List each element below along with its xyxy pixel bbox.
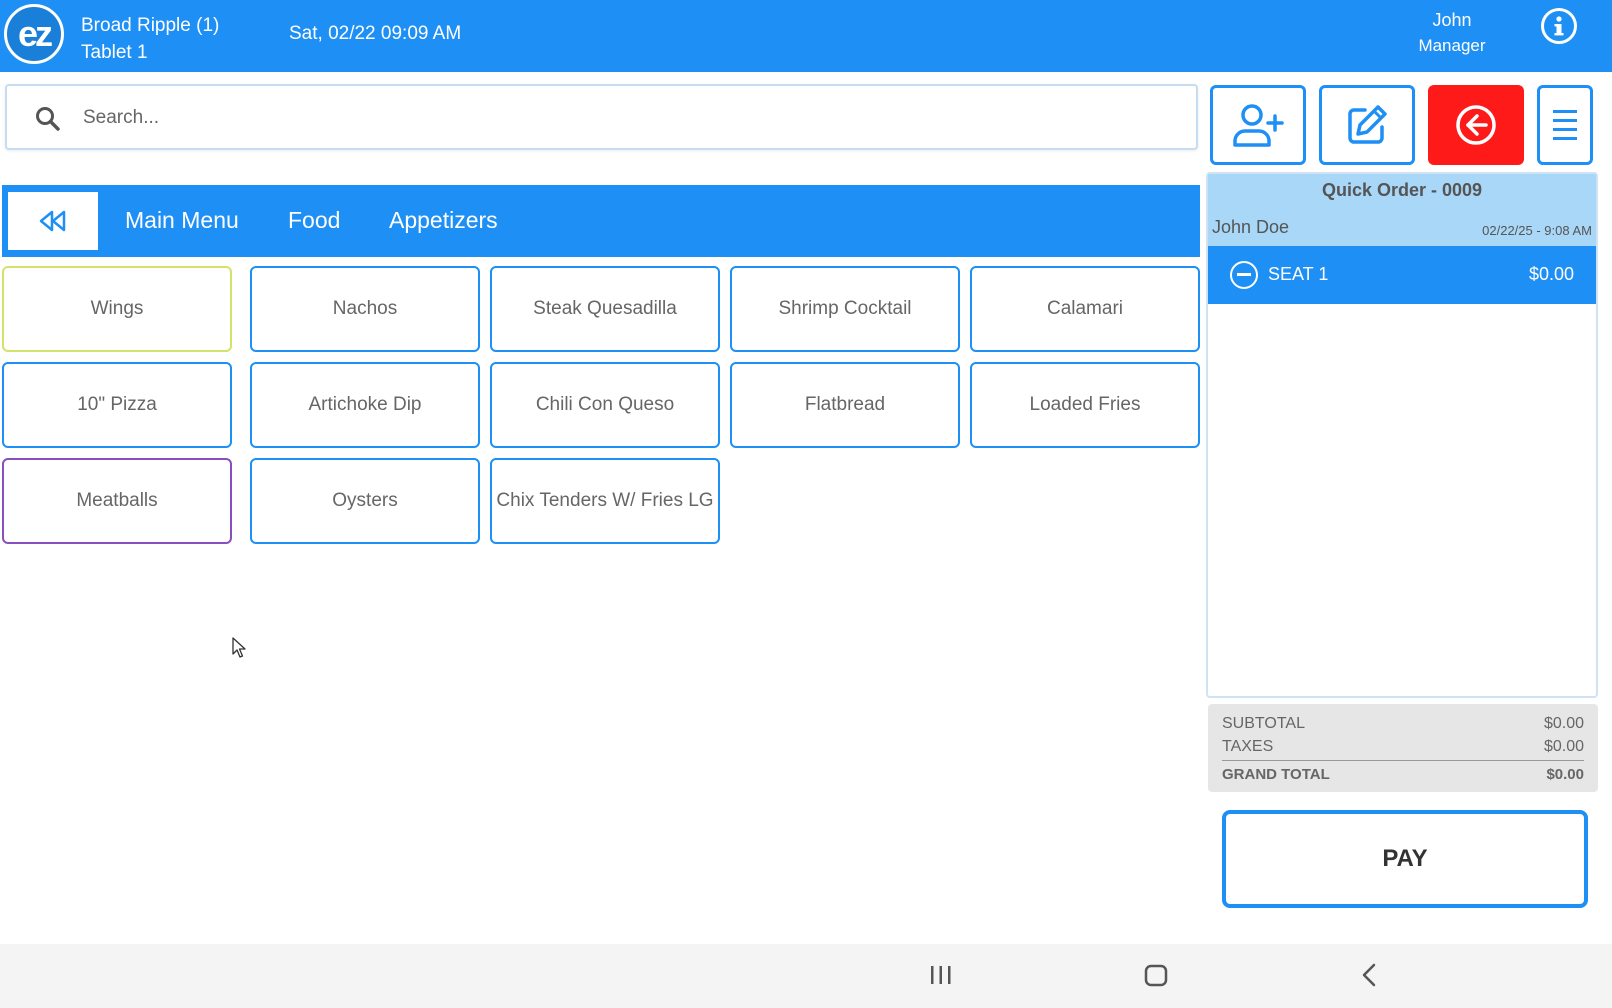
grand-total-value: $0.00 [1546, 766, 1584, 783]
menu-item-chili-con-queso[interactable]: Chili Con Queso [490, 362, 720, 448]
search-input[interactable] [81, 99, 1165, 137]
top-bar: ez Broad Ripple (1) Tablet 1 Sat, 02/22 … [0, 0, 1612, 72]
menu-item-wings[interactable]: Wings [2, 266, 232, 352]
ez-logo: ez [4, 4, 64, 64]
order-header: Quick Order - 0009 John Doe 02/22/25 - 9… [1208, 174, 1596, 246]
back-circle-icon [1456, 105, 1496, 145]
home-icon[interactable] [1141, 960, 1171, 990]
minus-circle-icon[interactable] [1230, 261, 1258, 289]
breadcrumb-food[interactable]: Food [288, 207, 340, 234]
breadcrumb: Main Menu Food Appetizers [2, 185, 1200, 257]
location-name: Broad Ripple (1) [81, 15, 220, 36]
menu-icon [1553, 110, 1577, 140]
exit-order-button[interactable] [1428, 85, 1524, 165]
info-icon[interactable] [1541, 8, 1577, 44]
edit-icon [1348, 105, 1387, 144]
device-name: Tablet 1 [81, 42, 148, 63]
order-title: Quick Order - 0009 [1321, 180, 1483, 200]
menu-item-oysters[interactable]: Oysters [250, 458, 480, 544]
menu-item-steak-quesadilla[interactable]: Steak Quesadilla [490, 266, 720, 352]
grand-total-label: GRAND TOTAL [1222, 766, 1330, 783]
subtotal-value: $0.00 [1543, 715, 1584, 732]
menu-item-flatbread[interactable]: Flatbread [730, 362, 960, 448]
grand-total-row: GRAND TOTAL $0.00 [1222, 760, 1584, 787]
system-nav-bar [0, 944, 1612, 1008]
breadcrumb-appetizers[interactable]: Appetizers [389, 207, 498, 234]
add-user-icon [1233, 104, 1284, 147]
breadcrumb-back-button[interactable] [8, 192, 98, 250]
location-info: Broad Ripple (1) Tablet 1 [81, 12, 219, 66]
menu-button[interactable] [1537, 85, 1593, 165]
pay-button[interactable]: PAY [1222, 810, 1588, 908]
back-icon[interactable] [1358, 960, 1382, 990]
subtotal-label: SUBTOTAL [1222, 715, 1305, 732]
order-panel: Quick Order - 0009 John Doe 02/22/25 - 9… [1206, 172, 1598, 698]
breadcrumb-main-menu[interactable]: Main Menu [125, 207, 239, 234]
user-info[interactable]: John Manager [1412, 8, 1492, 58]
taxes-row: TAXES $0.00 [1222, 735, 1584, 758]
rewind-icon [39, 210, 66, 232]
menu-item-10-pizza[interactable]: 10" Pizza [2, 362, 232, 448]
menu-item-loaded-fries[interactable]: Loaded Fries [970, 362, 1200, 448]
search-icon [36, 107, 60, 131]
seat-row[interactable]: SEAT 1 $0.00 [1208, 246, 1596, 304]
menu-item-calamari[interactable]: Calamari [970, 266, 1200, 352]
mouse-cursor-icon [232, 637, 246, 658]
taxes-value: $0.00 [1543, 738, 1584, 755]
user-role: Manager [1418, 36, 1486, 55]
seat-amount: $0.00 [1528, 264, 1574, 284]
menu-item-artichoke-dip[interactable]: Artichoke Dip [250, 362, 480, 448]
order-totals: SUBTOTAL $0.00 TAXES $0.00 GRAND TOTAL $… [1208, 704, 1598, 792]
menu-item-shrimp-cocktail[interactable]: Shrimp Cocktail [730, 266, 960, 352]
menu-item-meatballs[interactable]: Meatballs [2, 458, 232, 544]
order-time: 02/22/25 - 9:08 AM [1482, 223, 1592, 238]
taxes-label: TAXES [1222, 738, 1274, 755]
user-name: John [1432, 10, 1472, 30]
search-box[interactable] [5, 84, 1198, 150]
customer-name[interactable]: John Doe [1212, 217, 1289, 238]
add-customer-button[interactable] [1210, 85, 1306, 165]
subtotal-row: SUBTOTAL $0.00 [1222, 712, 1584, 735]
seat-label: SEAT 1 [1268, 264, 1329, 284]
header-datetime: Sat, 02/22 09:09 AM [289, 23, 462, 44]
recent-apps-icon[interactable] [928, 960, 954, 990]
menu-item-nachos[interactable]: Nachos [250, 266, 480, 352]
menu-item-chix-tenders[interactable]: Chix Tenders W/ Fries LG [490, 458, 720, 544]
edit-order-button[interactable] [1319, 85, 1415, 165]
